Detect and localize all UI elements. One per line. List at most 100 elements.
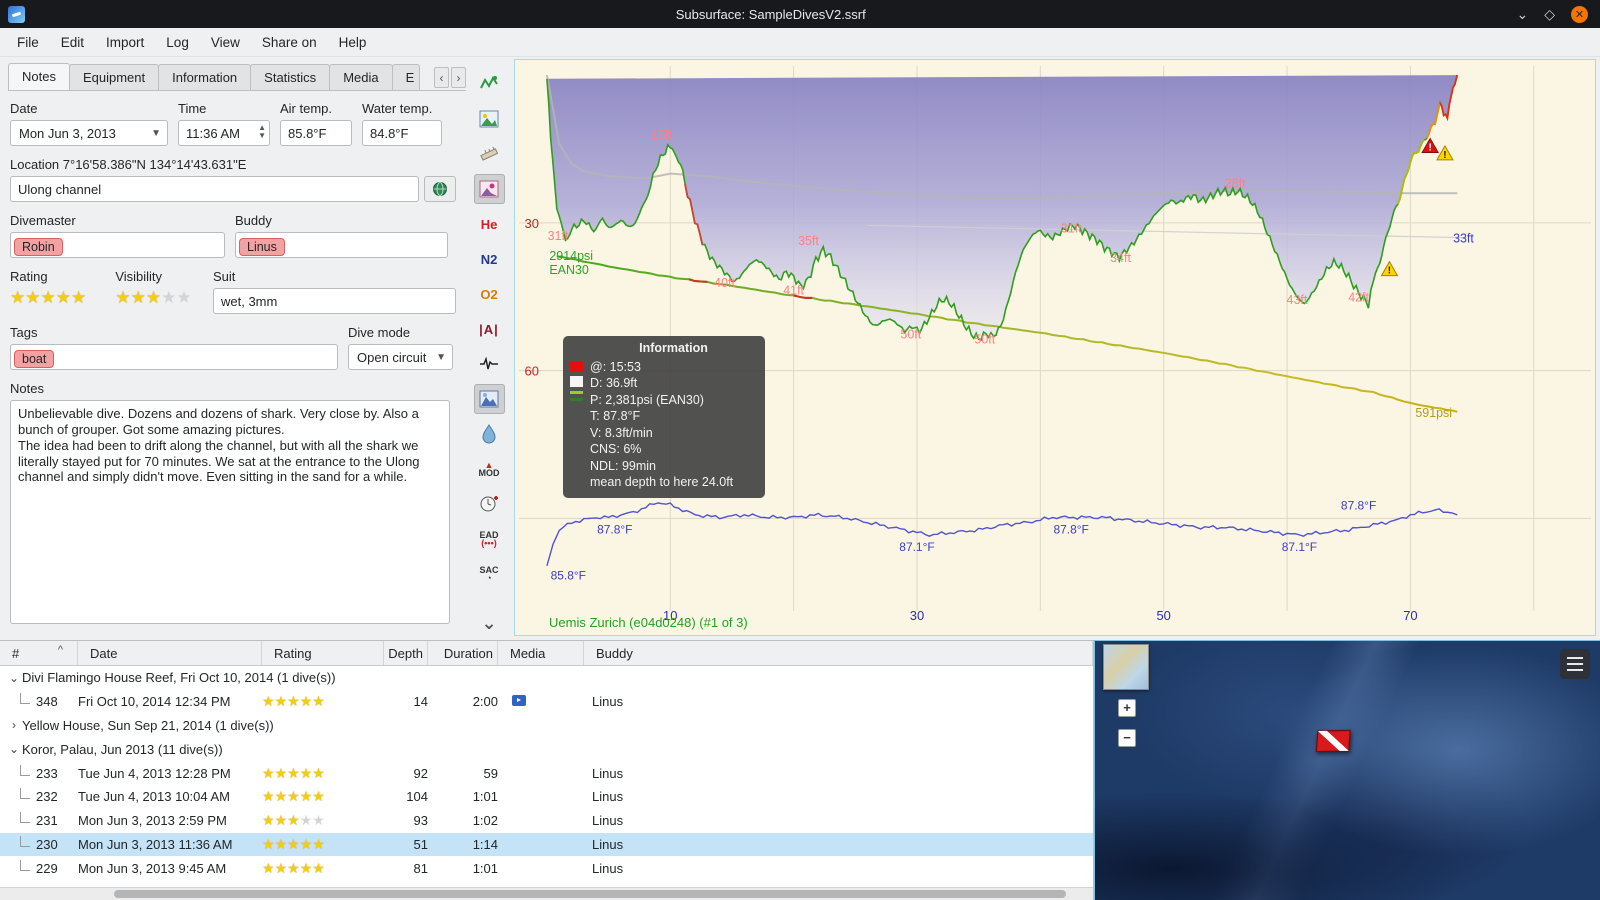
star-icon: ★ [71,288,87,307]
tab-statistics[interactable]: Statistics [250,64,331,90]
dive-row[interactable]: 348 Fri Oct 10, 2014 12:34 PM ★★★★★ 14 2:00 L… [0,690,1093,714]
svg-text:60: 60 [525,364,539,379]
map-menu-button[interactable] [1560,649,1590,679]
location-input[interactable] [10,176,419,202]
rating-stars[interactable]: ★★★★★ [10,288,105,308]
tab-equipment[interactable]: Equipment [68,64,160,90]
info-box-line: CNS: 6% [590,442,642,456]
tab-information[interactable]: Information [158,64,252,90]
menu-file[interactable]: File [6,30,50,55]
dive-duration: 1:01 [472,789,498,805]
photos-icon[interactable] [474,104,505,134]
dive-row[interactable]: 233 Tue Jun 4, 2013 12:28 PM ★★★★★ 92 59 Linu… [0,761,1093,785]
horizontal-scrollbar[interactable] [0,887,1093,900]
media-icon[interactable] [512,695,526,707]
star-icon: ★ [161,288,177,307]
trip-row[interactable]: › Yellow House, Sun Sep 21, 2014 (1 dive(… [0,714,1093,738]
suit-label: Suit [213,269,236,284]
close-button[interactable]: ✕ [1571,5,1588,23]
tank-pressure-button[interactable]: |A| [474,314,505,344]
collapse-arrow-icon[interactable]: ⌄ [6,671,22,685]
air-temp-input[interactable] [280,120,352,146]
column-duration[interactable]: Duration [428,641,498,665]
collapse-panel-chevron-icon[interactable]: ⌄ [474,608,505,638]
tags-field[interactable]: boat [10,344,338,370]
column-rating[interactable]: Rating [262,641,384,665]
sac-button[interactable]: SAC ◔ [474,559,505,589]
ndl-clock-button[interactable] [474,489,505,519]
zoom-in-button[interactable]: + [1118,699,1136,717]
picture-overlay-toggle-icon[interactable] [473,384,505,414]
dive-date: Mon Jun 3, 2013 9:45 AM [78,860,227,876]
chevron-down-icon: ▼ [436,351,446,363]
tag-chip[interactable]: boat [14,349,55,368]
menu-edit[interactable]: Edit [50,30,95,55]
visibility-stars[interactable]: ★★★★★ [115,288,203,308]
column-depth[interactable]: Depth [384,641,428,665]
date-combobox[interactable]: Mon Jun 3, 2013 ▼ [10,120,168,146]
time-spinner[interactable]: ▲ ▼ [258,124,266,140]
dive-row[interactable]: 232 Tue Jun 4, 2013 10:04 AM ★★★★★ 104 1:01 L… [0,785,1093,809]
collapse-arrow-icon[interactable]: ⌄ [6,742,22,756]
water-temp-input[interactable] [362,120,442,146]
ead-button[interactable]: EAD (•••) [474,524,505,554]
column-media[interactable]: Media [498,641,584,665]
menu-share-on[interactable]: Share on [251,30,328,55]
ceiling-bubble-icon[interactable] [474,419,505,449]
buddy-label: Buddy [235,213,272,228]
svg-text:33ft: 33ft [1453,232,1474,246]
maximize-button[interactable]: ◇ [1544,7,1555,21]
column-number[interactable]: # ^ [0,641,78,665]
tree-branch [20,788,30,800]
star-icon: ★ [312,812,325,829]
oxygen-graph-button[interactable]: O2 [474,279,505,309]
menu-view[interactable]: View [200,30,251,55]
svg-text:35ft: 35ft [798,234,819,248]
date-label: Date [10,101,38,116]
globe-icon[interactable] [424,176,456,202]
dive-computer-graph-icon[interactable] [474,69,505,99]
svg-text:40ft: 40ft [714,276,735,290]
dive-date: Mon Jun 3, 2013 2:59 PM [78,813,227,829]
expand-arrow-icon[interactable]: › [6,718,22,732]
dive-buddy: Linus [592,836,624,852]
tab-notes[interactable]: Notes [8,63,70,90]
dive-mode-select[interactable]: Open circuit ▼ [348,344,453,370]
tab-scroll-left-icon[interactable]: ‹ [434,67,449,88]
column-date[interactable]: Date [78,641,262,665]
notes-textarea[interactable]: Unbelievable dive. Dozens and dozens of … [10,400,450,624]
helium-graph-button[interactable]: He [474,209,505,239]
menu-help[interactable]: Help [328,30,378,55]
ruler-icon[interactable] [474,139,505,169]
tree-branch [20,764,30,776]
divemaster-field[interactable]: Robin [10,232,225,258]
tab-extra[interactable]: E [391,64,420,90]
dive-row[interactable]: 231 Mon Jun 3, 2013 2:59 PM ★★★★★ 93 1:02 Lin… [0,809,1093,833]
trip-row[interactable]: ⌄ Divi Flamingo House Reef, Fri Oct 10, 2… [0,666,1093,690]
divemaster-chip[interactable]: Robin [14,237,63,256]
dive-list: # ^ Date Rating Depth Duration Media Budd… [0,640,1094,900]
nitrogen-graph-button[interactable]: N2 [474,244,505,274]
minimize-button[interactable]: ⌄ [1516,7,1528,21]
menu-log[interactable]: Log [155,30,200,55]
buddy-chip[interactable]: Linus [239,237,285,256]
dive-flag-marker[interactable] [1313,723,1359,764]
trip-row[interactable]: ⌄ Koror, Palau, Jun 2013 (11 dive(s)) [0,737,1093,761]
heart-rate-button[interactable] [474,349,505,379]
zoom-out-button[interactable]: − [1118,729,1136,747]
show-photos-toggle-icon[interactable] [473,174,505,204]
buddy-field[interactable]: Linus [235,232,448,258]
dive-site-map[interactable]: + − [1094,640,1600,900]
suit-input[interactable] [213,288,456,314]
mod-button[interactable]: ▲ MOD [474,454,505,484]
dive-row[interactable]: 229 Mon Jun 3, 2013 9:45 AM ★★★★★ 81 1:01 Lin… [0,856,1093,880]
dive-profile-panel[interactable]: 10 30 50 70 30 60 15ft 31ft 35ft 40ft 41ft 50ft 50ft… [514,59,1596,636]
dive-row[interactable]: 230 Mon Jun 3, 2013 11:36 AM ★★★★★ 51 1:14 Li… [0,832,1093,857]
column-buddy[interactable]: Buddy [584,641,1093,665]
tab-scroll-right-icon[interactable]: › [451,67,466,88]
overview-mini-map[interactable] [1103,644,1149,690]
menu-import[interactable]: Import [95,30,155,55]
tab-media[interactable]: Media [329,64,393,90]
scrollbar-thumb[interactable] [114,890,1066,898]
time-input[interactable] [178,120,270,146]
